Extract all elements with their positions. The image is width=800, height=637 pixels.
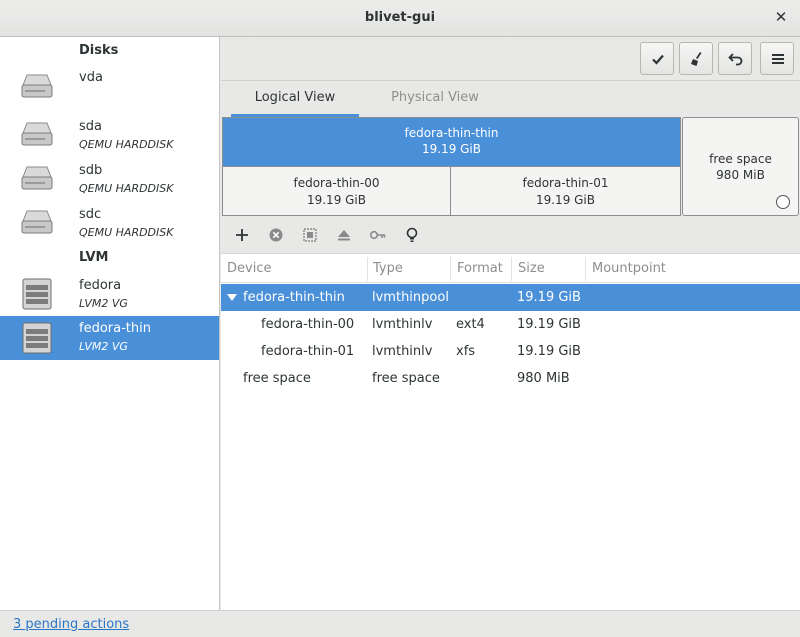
pending-actions-link[interactable]: 3 pending actions	[13, 617, 129, 632]
undo-button[interactable]	[718, 42, 752, 75]
sidebar-item-label: sda	[79, 119, 102, 134]
info-bulb-icon[interactable]	[403, 226, 421, 244]
sidebar-item-vda[interactable]: vda	[0, 65, 219, 109]
clear-icon	[691, 52, 702, 66]
thin-pool-size: 19.19 GiB	[421, 142, 482, 156]
harddisk-icon	[21, 166, 53, 190]
harddisk-icon	[21, 210, 53, 234]
table-header: Device Type Format Size Mountpoint	[221, 255, 800, 283]
toolbar	[221, 37, 800, 81]
expander-triangle-icon[interactable]	[227, 294, 237, 301]
device-visualization: fedora-thin-thin 19.19 GiB fedora-thin-0…	[221, 117, 800, 218]
sidebar-item-label: sdc	[79, 207, 102, 222]
menu-button[interactable]	[760, 42, 794, 75]
apply-icon	[652, 54, 664, 65]
column-divider	[511, 257, 512, 281]
lvm-header: LVM	[79, 250, 109, 265]
column-format[interactable]: Format	[457, 261, 503, 276]
unmount-icon[interactable]	[335, 226, 353, 244]
thin-lv-block-00[interactable]: fedora-thin-00 19.19 GiB	[222, 166, 451, 216]
undo-icon	[728, 53, 743, 66]
menu-icon	[772, 54, 784, 64]
column-divider	[450, 257, 451, 281]
device-toolbar	[221, 218, 800, 254]
sidebar-item-label: fedora	[79, 278, 122, 293]
thin-pool-name: fedora-thin-thin	[404, 126, 499, 140]
sidebar-item-sublabel: QEMU HARDDISK	[79, 226, 174, 239]
table-row[interactable]: fedora-thin-00 lvmthinlv ext4 19.19 GiB	[221, 311, 800, 338]
add-icon[interactable]	[233, 226, 251, 244]
cell-size: 19.19 GiB	[517, 344, 581, 359]
cell-device: free space	[243, 371, 311, 386]
view-tabs: Logical View Physical View	[221, 81, 800, 117]
cell-device: fedora-thin-00	[261, 317, 355, 332]
table-row[interactable]: fedora-thin-thin lvmthinpool 19.19 GiB	[221, 284, 800, 311]
thin-lv-name: fedora-thin-01	[522, 176, 609, 190]
disks-header: Disks	[79, 43, 119, 58]
free-space-name: free space	[709, 152, 772, 166]
title-bar: blivet-gui ✕	[0, 0, 800, 37]
column-divider	[367, 257, 368, 281]
table-row[interactable]: free space free space 980 MiB	[221, 365, 800, 392]
sidebar-item-sdb[interactable]: sdb QEMU HARDDISK	[0, 158, 219, 202]
resize-icon[interactable]	[301, 226, 319, 244]
close-icon[interactable]: ✕	[773, 8, 789, 26]
column-size[interactable]: Size	[518, 261, 545, 276]
thin-lv-size: 19.19 GiB	[535, 193, 596, 207]
sidebar-item-label: fedora-thin	[79, 321, 151, 336]
clear-button[interactable]	[679, 42, 713, 75]
cell-type: lvmthinlv	[372, 317, 433, 332]
harddisk-icon	[21, 122, 53, 146]
tab-physical-view[interactable]: Physical View	[371, 90, 499, 117]
tab-logical-view[interactable]: Logical View	[231, 90, 359, 117]
cell-type: lvmthinlv	[372, 344, 433, 359]
delete-icon[interactable]	[267, 226, 285, 244]
sidebar-item-sublabel: LVM2 VG	[79, 340, 128, 353]
free-space-block[interactable]: free space 980 MiB	[682, 117, 799, 216]
sidebar-item-sublabel: QEMU HARDDISK	[79, 138, 174, 151]
decrypt-key-icon[interactable]	[369, 226, 387, 244]
sidebar-item-label: sdb	[79, 163, 103, 178]
thin-lv-size: 19.19 GiB	[306, 193, 367, 207]
free-space-size: 980 MiB	[716, 168, 765, 182]
sidebar-item-fedora[interactable]: fedora LVM2 VG	[0, 273, 219, 317]
cell-format: xfs	[456, 344, 476, 359]
cell-size: 980 MiB	[517, 371, 570, 386]
thin-pool-block[interactable]: fedora-thin-thin 19.19 GiB	[222, 117, 681, 167]
cell-device: fedora-thin-thin	[243, 290, 345, 305]
harddisk-icon	[21, 74, 53, 98]
volume-group-icon	[22, 322, 52, 354]
table-row[interactable]: fedora-thin-01 lvmthinlv xfs 19.19 GiB	[221, 338, 800, 365]
window-title: blivet-gui	[364, 10, 436, 25]
column-type[interactable]: Type	[373, 261, 403, 276]
sidebar-item-sublabel: QEMU HARDDISK	[79, 182, 174, 195]
thin-lv-name: fedora-thin-00	[293, 176, 380, 190]
cell-device: fedora-thin-01	[261, 344, 355, 359]
cell-size: 19.19 GiB	[517, 317, 581, 332]
cell-type: lvmthinpool	[372, 290, 449, 305]
column-device[interactable]: Device	[227, 261, 271, 276]
column-mountpoint[interactable]: Mountpoint	[592, 261, 666, 276]
thin-lv-block-01[interactable]: fedora-thin-01 19.19 GiB	[450, 166, 681, 216]
sidebar-item-sdc[interactable]: sdc QEMU HARDDISK	[0, 202, 219, 246]
cell-format: ext4	[456, 317, 485, 332]
column-divider	[585, 257, 586, 281]
sidebar-item-sda[interactable]: sda QEMU HARDDISK	[0, 114, 219, 158]
sidebar: Disks vda sda QEMU HARDDISK sdb QEMU HAR…	[0, 37, 220, 610]
cell-type: free space	[372, 371, 440, 386]
apply-button[interactable]	[640, 42, 674, 75]
volume-group-icon	[22, 278, 52, 310]
cell-size: 19.19 GiB	[517, 290, 581, 305]
sidebar-item-label: vda	[79, 70, 103, 85]
main-panel: Logical View Physical View fedora-thin-t…	[221, 37, 800, 610]
sidebar-item-sublabel: LVM2 VG	[79, 297, 128, 310]
sidebar-item-fedora-thin[interactable]: fedora-thin LVM2 VG	[0, 316, 219, 360]
status-bar: 3 pending actions	[0, 610, 800, 637]
free-space-radio[interactable]	[776, 195, 790, 209]
